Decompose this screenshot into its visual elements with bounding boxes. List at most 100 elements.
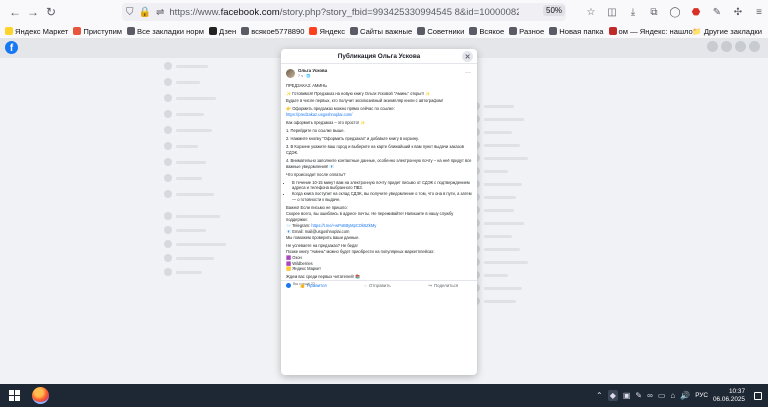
language-indicator[interactable]: РУС bbox=[695, 392, 708, 399]
extension-icon[interactable]: ✎ bbox=[708, 3, 726, 21]
facebook-logo-icon[interactable]: f bbox=[5, 41, 18, 54]
app-tray-icon[interactable]: ◆ bbox=[607, 390, 618, 401]
important-note: Важно! Если письмо не пришло: Скорее всег… bbox=[286, 205, 454, 240]
placeholder-text bbox=[484, 170, 508, 173]
reload-icon[interactable]: ↻ bbox=[42, 3, 60, 21]
placeholder-text bbox=[484, 235, 512, 238]
placeholder-icon bbox=[164, 226, 172, 234]
windows-taskbar: ⌃ ◆ ▣ ✎ ∞ ▭ ⌂ 🔊 РУС 10:37 06.06.2025 bbox=[0, 384, 768, 407]
placeholder-icon bbox=[164, 142, 172, 150]
placeholder-text bbox=[484, 248, 520, 251]
zoom-level[interactable]: 50% bbox=[543, 5, 566, 16]
adblock-icon[interactable]: ⬣ bbox=[687, 3, 705, 21]
bookmark-item[interactable]: Сайты важные bbox=[350, 27, 412, 36]
post-actions: 👍 Нравится ◌ Отправить ↪ Поделиться bbox=[281, 280, 477, 290]
preorder-link[interactable]: https://predzakaz.usgoshnoplai.com/ bbox=[286, 112, 352, 117]
bookmark-icon bbox=[5, 27, 13, 35]
placeholder-text bbox=[176, 161, 206, 164]
bookmark-item[interactable]: Советники bbox=[417, 27, 464, 36]
step-item: 1. Перейдите по ссылке выше. bbox=[286, 128, 345, 134]
placeholder-text bbox=[484, 157, 528, 160]
menu-grid-icon[interactable] bbox=[707, 41, 718, 52]
post-line: ✨ Готовимся! Предзаказ на новую книгу Ол… bbox=[286, 90, 431, 96]
placeholder-text bbox=[176, 65, 208, 68]
system-tray: ⌃ ◆ ▣ ✎ ∞ ▭ ⌂ 🔊 РУС 10:37 06.06.2025 bbox=[596, 384, 768, 407]
bookmark-star-icon[interactable]: ☆ bbox=[582, 3, 600, 21]
placeholder-icon bbox=[164, 212, 172, 220]
bookmark-item[interactable]: всякое5778890 bbox=[241, 27, 304, 36]
placeholder-text bbox=[176, 215, 220, 218]
bookmark-icon bbox=[417, 27, 426, 35]
avatar[interactable] bbox=[286, 69, 295, 79]
bookmark-item[interactable]: Все закладки норм bbox=[127, 27, 204, 36]
bookmark-item[interactable]: Приступим bbox=[73, 27, 122, 36]
firefox-icon[interactable] bbox=[32, 387, 49, 404]
other-bookmarks[interactable]: 📁 Другие закладки bbox=[692, 27, 762, 36]
bookmark-item[interactable]: Новая папка bbox=[549, 27, 604, 36]
list-item: Когда книга поступит на склад СДЭК, вы п… bbox=[292, 191, 472, 203]
placeholder-text bbox=[484, 222, 524, 225]
puzzle-icon[interactable]: ✣ bbox=[729, 3, 747, 21]
lock-icon[interactable]: 🔒 bbox=[139, 7, 151, 18]
browser-toolbar: ← → ↻ ⛉ 🔒 ⇌ https://www.facebook.com/sto… bbox=[0, 0, 768, 24]
post-body: Ольга Ускова 7 ч · 🌐 ПРЕДЗАКАЗ: АМИНЬ ✨ … bbox=[281, 64, 477, 288]
like-button[interactable]: 👍 Нравится bbox=[300, 283, 327, 289]
placeholder-text bbox=[484, 144, 520, 147]
placeholder-text bbox=[176, 145, 198, 148]
list-item: В течение 10-15 минут вам на электронную… bbox=[292, 180, 472, 192]
close-icon[interactable]: ✕ bbox=[462, 51, 473, 62]
placeholder-text bbox=[484, 287, 522, 290]
network-icon[interactable]: ⌂ bbox=[670, 391, 675, 400]
placeholder-text bbox=[176, 257, 214, 260]
facebook-header-icons bbox=[707, 41, 760, 52]
bookmark-item[interactable]: Разное bbox=[509, 27, 544, 36]
bookmark-icon bbox=[127, 27, 136, 35]
snipping-icon[interactable]: ▣ bbox=[623, 391, 631, 400]
download-icon[interactable]: ⤓ bbox=[624, 3, 642, 21]
modal-title: Публикация Ольга Ускова bbox=[337, 52, 421, 60]
share-button[interactable]: ↪ Поделиться bbox=[428, 283, 458, 289]
placeholder-icon bbox=[164, 94, 172, 102]
speaker-icon[interactable]: 🔊 bbox=[680, 391, 690, 400]
bookmark-item[interactable]: Яндекс bbox=[309, 27, 345, 36]
chevron-up-icon[interactable]: ⌃ bbox=[596, 391, 603, 400]
placeholder-icon bbox=[164, 190, 172, 198]
placeholder-text bbox=[176, 97, 216, 100]
menu-icon[interactable]: ≡ bbox=[750, 3, 768, 21]
forward-arrow-icon[interactable]: → bbox=[24, 3, 42, 21]
post-line: ПРЕДЗАКАЗ: АМИНЬ bbox=[286, 82, 327, 88]
bookmark-item[interactable]: ом — Яндекс: нашло... bbox=[608, 27, 699, 36]
account-icon[interactable]: ◯ bbox=[666, 3, 684, 21]
bookmark-item[interactable]: Яндекс Маркет bbox=[5, 27, 68, 36]
url-bar[interactable]: ⛉ 🔒 ⇌ https://www.facebook.com/story.php… bbox=[122, 3, 566, 21]
notifications-icon[interactable] bbox=[735, 41, 746, 52]
placeholder-text bbox=[176, 129, 212, 132]
clock[interactable]: 10:37 06.06.2025 bbox=[713, 388, 745, 403]
pocket-icon[interactable]: ◫ bbox=[603, 3, 621, 21]
extensions-icon[interactable]: ⧉ bbox=[645, 3, 663, 21]
permissions-icon[interactable]: ⇌ bbox=[156, 7, 164, 18]
right-sidebar-dimmed bbox=[472, 62, 582, 382]
bookmark-icon bbox=[241, 27, 250, 35]
placeholder-text bbox=[484, 300, 516, 303]
url-text[interactable]: https://www.facebook.com/story.php?story… bbox=[169, 7, 519, 18]
post-time[interactable]: 7 ч · 🌐 bbox=[298, 74, 327, 79]
bookmark-item[interactable]: Всякое bbox=[469, 27, 504, 36]
windows-start-icon[interactable] bbox=[9, 390, 20, 401]
profile-avatar[interactable] bbox=[749, 41, 760, 52]
more-options-icon[interactable]: ··· bbox=[465, 70, 471, 76]
send-button[interactable]: ◌ Отправить bbox=[364, 283, 390, 288]
notifications-icon[interactable] bbox=[754, 391, 762, 400]
telegram-link[interactable]: https://t.me/+wPoB8yMpCOk5ZkMy bbox=[311, 223, 376, 228]
battery-icon[interactable]: ▭ bbox=[658, 391, 666, 400]
bookmark-icon bbox=[309, 27, 318, 35]
howto-title: Как оформить предзаказ – это просто! ✨ bbox=[286, 120, 366, 126]
bookmark-item[interactable]: Дзен bbox=[208, 27, 236, 36]
placeholder-text bbox=[484, 183, 522, 186]
link-icon[interactable]: ∞ bbox=[647, 391, 653, 400]
pen-icon[interactable]: ✎ bbox=[635, 391, 642, 400]
back-arrow-icon[interactable]: ← bbox=[6, 3, 24, 21]
placeholder-text bbox=[176, 177, 202, 180]
shield-icon[interactable]: ⛉ bbox=[126, 7, 134, 18]
messenger-icon[interactable] bbox=[721, 41, 732, 52]
